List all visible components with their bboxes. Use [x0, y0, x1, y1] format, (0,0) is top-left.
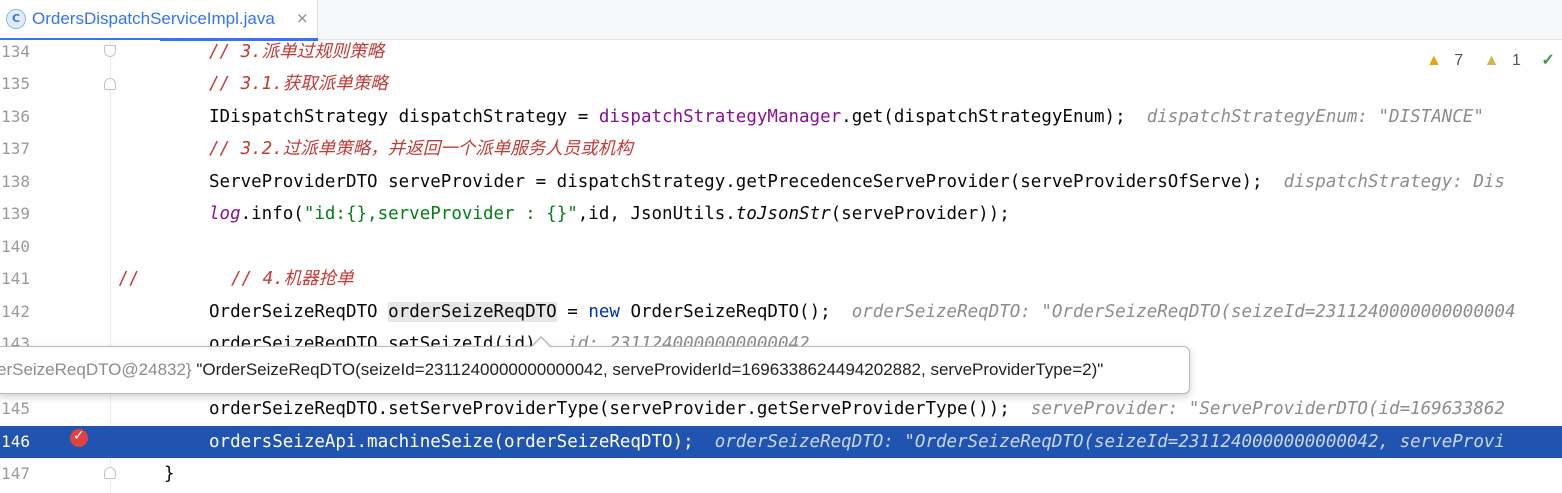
code-line[interactable]: 142 OrderSeizeReqDTO orderSeizeReqDTO = … [0, 296, 1562, 328]
line-number: 135 [1, 74, 30, 93]
fold-toggle-icon[interactable] [104, 467, 116, 479]
code-line[interactable]: 136 IDispatchStrategy dispatchStrategy =… [0, 101, 1562, 133]
line-number: 146 [1, 432, 30, 451]
line-comment-marker: // [118, 269, 140, 289]
line-number: 141 [1, 269, 30, 288]
code-line[interactable]: 138 ServeProviderDTO serveProvider = dis… [0, 166, 1562, 198]
current-execution-line[interactable]: 146 ordersSeizeApi.machineSeize(orderSei… [0, 426, 1562, 458]
breakpoint-icon[interactable]: ✓ [70, 428, 88, 447]
object-value[interactable]: "OrderSeizeReqDTO(seizeId=23112400000000… [192, 360, 1103, 379]
highlighted-identifier[interactable]: orderSeizeReqDTO [388, 302, 557, 322]
code-line[interactable]: 145 orderSeizeReqDTO.setServeProviderTyp… [0, 393, 1562, 425]
code-line[interactable]: 135 // 3.1.获取派单策略 [0, 68, 1562, 100]
code-line[interactable]: 139 log.info("id:{},serveProvider : {}",… [0, 198, 1562, 230]
line-number: 137 [1, 139, 30, 158]
editor-tab-bar: C OrdersDispatchServiceImpl.java × [0, 0, 1562, 41]
code-text[interactable]: OrderSeizeReqDTO orderSeizeReqDTO = new … [209, 296, 1515, 328]
code-line[interactable]: 140 [0, 231, 1562, 263]
editor-tab[interactable]: C OrdersDispatchServiceImpl.java × [0, 0, 318, 41]
line-number: 142 [1, 302, 30, 321]
tab-title: OrdersDispatchServiceImpl.java [32, 9, 275, 28]
close-icon[interactable]: × [296, 9, 309, 27]
tooltip-arrow-fill [531, 338, 551, 348]
code-line[interactable]: 141 // // 4.机器抢单 [0, 263, 1562, 295]
check-icon: ✓ [73, 428, 85, 444]
object-reference: erSeizeReqDTO@24832} [0, 360, 192, 379]
code-text[interactable]: // 3.派单过规则策略 [209, 36, 384, 68]
inline-debug-value: dispatchStrategy: Dis [1283, 172, 1505, 192]
code-text[interactable]: orderSeizeReqDTO.setServeProviderType(se… [209, 393, 1505, 425]
code-text[interactable]: // 3.2.过派单策略，并返回一个派单服务人员或机构 [209, 133, 633, 165]
code-text[interactable]: // 4.机器抢单 [231, 263, 354, 295]
debug-value-tooltip[interactable]: erSeizeReqDTO@24832} "OrderSeizeReqDTO(s… [0, 346, 1190, 394]
code-text[interactable]: IDispatchStrategy dispatchStrategy = dis… [209, 101, 1484, 133]
code-text[interactable]: ordersSeizeApi.machineSeize(orderSeizeRe… [209, 426, 1505, 458]
inline-debug-value: serveProvider: "ServeProviderDTO(id=1696… [1030, 399, 1505, 419]
code-text[interactable]: ServeProviderDTO serveProvider = dispatc… [209, 166, 1505, 198]
line-number: 136 [1, 107, 30, 126]
line-number: 139 [1, 204, 30, 223]
code-text[interactable]: } [164, 458, 175, 490]
fold-toggle-icon[interactable] [104, 78, 116, 90]
inline-debug-value: orderSeizeReqDTO: "OrderSeizeReqDTO(seiz… [851, 302, 1516, 322]
inline-debug-value: orderSeizeReqDTO: "OrderSeizeReqDTO(seiz… [714, 432, 1505, 452]
line-number: 134 [1, 42, 30, 61]
line-number: 140 [1, 237, 30, 256]
code-line[interactable]: 134 // 3.派单过规则策略 [0, 36, 1562, 68]
line-number: 145 [1, 399, 30, 418]
code-text[interactable]: // 3.1.获取派单策略 [209, 68, 388, 100]
line-number: 147 [1, 464, 30, 483]
code-line[interactable]: 137 // 3.2.过派单策略，并返回一个派单服务人员或机构 [0, 133, 1562, 165]
java-class-icon: C [6, 9, 26, 29]
fold-toggle-icon[interactable] [104, 45, 116, 57]
code-line[interactable]: 147 } [0, 458, 1562, 490]
code-text[interactable]: log.info("id:{},serveProvider : {}",id, … [209, 198, 1010, 230]
line-number: 138 [1, 172, 30, 191]
inline-debug-value: dispatchStrategyEnum: "DISTANCE" [1146, 107, 1484, 127]
